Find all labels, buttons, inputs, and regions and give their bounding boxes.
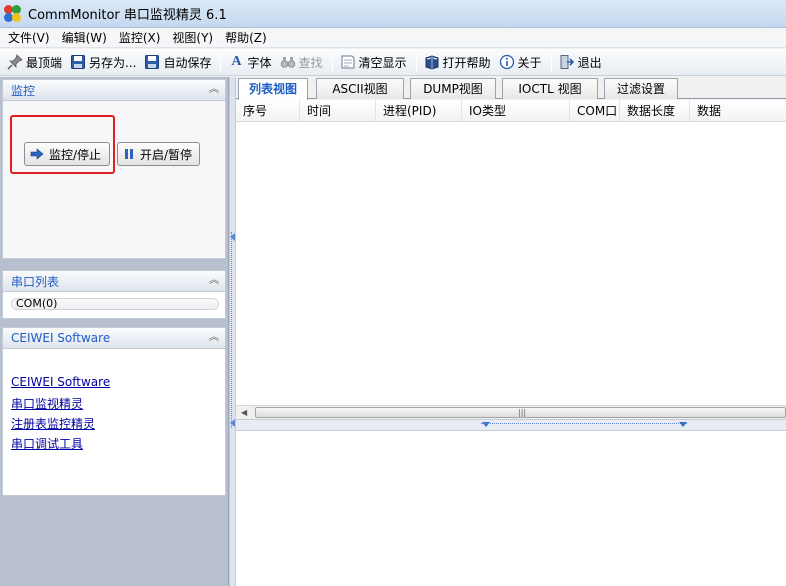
toolbar: 最顶端 另存为... 自动保存 A 字体 查找 清空显示 打开帮助 关于 退出 — [0, 49, 786, 76]
font-icon: A — [231, 54, 242, 69]
about-label: 关于 — [517, 55, 542, 70]
pin-icon — [7, 54, 23, 70]
tab-ioctl-view[interactable]: IOCTL 视图 — [502, 78, 598, 99]
exit-label: 退出 — [577, 55, 602, 70]
left-panel: 监控 ︽ 监控/停止 开启/暂停 串口列表 ︽ COM(0) CEIWEI So… — [0, 77, 229, 586]
start-pause-button[interactable]: 开启/暂停 — [117, 142, 200, 166]
scroll-left-icon[interactable]: ◀ — [241, 408, 247, 417]
font-button[interactable]: A 字体 — [225, 51, 274, 73]
menu-edit[interactable]: 编辑(W) — [56, 28, 113, 48]
collapse-icon[interactable]: ︽ — [209, 333, 219, 343]
save-icon — [70, 54, 86, 70]
column-header-time[interactable]: 时间 — [300, 100, 376, 122]
toolbar-separator — [331, 52, 333, 72]
link-registry-monitor[interactable]: 注册表监控精灵 — [11, 415, 95, 432]
monitor-section-title: 监控 — [11, 83, 36, 98]
help-book-icon — [424, 54, 440, 70]
menu-bar: 文件(V) 编辑(W) 监控(X) 视图(Y) 帮助(Z) — [0, 28, 786, 48]
port-list-item[interactable]: COM(0) — [11, 298, 219, 310]
menu-monitor[interactable]: 监控(X) — [113, 28, 167, 48]
scrollbar-thumb[interactable]: ||| — [255, 407, 786, 418]
open-help-label: 打开帮助 — [442, 55, 491, 70]
column-header-data-length[interactable]: 数据长度 — [620, 100, 690, 122]
software-section-header[interactable]: CEIWEI Software ︽ — [2, 327, 226, 349]
app-icon — [4, 4, 22, 23]
tab-list-view[interactable]: 列表视图 — [238, 78, 308, 100]
title-bar: CommMonitor 串口监视精灵 6.1 — [0, 0, 786, 28]
collapse-icon[interactable]: ︽ — [209, 276, 219, 286]
find-button[interactable]: 查找 — [277, 51, 326, 73]
auto-save-label: 自动保存 — [163, 55, 212, 70]
splitter-down-arrow-icon — [679, 422, 687, 427]
font-label: 字体 — [247, 55, 272, 70]
scroll-grip-icon: ||| — [518, 408, 527, 417]
save-as-label: 另存为... — [89, 55, 137, 70]
vertical-splitter[interactable] — [229, 77, 236, 586]
link-serial-debug-tool[interactable]: 串口调试工具 — [11, 435, 83, 452]
tab-ascii-view[interactable]: ASCII视图 — [316, 78, 404, 99]
tab-filter-settings[interactable]: 过滤设置 — [604, 78, 678, 99]
about-button[interactable]: 关于 — [496, 51, 545, 73]
tab-dump-view[interactable]: DUMP视图 — [410, 78, 496, 99]
exit-button[interactable]: 退出 — [556, 51, 605, 73]
software-section-body: CEIWEI Software 串口监视精灵 注册表监控精灵 串口调试工具 — [2, 349, 226, 496]
monitor-section-header[interactable]: 监控 ︽ — [2, 79, 226, 101]
toolbar-separator — [415, 52, 417, 72]
eraser-icon — [340, 54, 356, 70]
splitter-grip — [231, 232, 234, 428]
horizontal-splitter[interactable] — [236, 419, 786, 431]
monitor-stop-label: 监控/停止 — [49, 147, 102, 162]
clear-display-label: 清空显示 — [358, 55, 407, 70]
grid-header: 序号 时间 进程(PID) IO类型 COM口 数据长度 数据 — [236, 100, 786, 122]
column-header-io-type[interactable]: IO类型 — [462, 100, 570, 122]
topmost-button[interactable]: 最顶端 — [4, 51, 65, 73]
window-title: CommMonitor 串口监视精灵 6.1 — [28, 8, 227, 23]
clear-display-button[interactable]: 清空显示 — [337, 51, 410, 73]
toolbar-separator — [550, 52, 552, 72]
auto-save-button[interactable]: 自动保存 — [141, 51, 214, 73]
start-pause-label: 开启/暂停 — [140, 147, 193, 162]
link-ceiwei-software[interactable]: CEIWEI Software — [11, 375, 110, 389]
auto-save-icon — [144, 54, 160, 70]
save-as-button[interactable]: 另存为... — [67, 51, 139, 73]
pause-icon — [123, 148, 135, 160]
horizontal-scrollbar[interactable]: ◀ ||| — [236, 405, 786, 419]
view-tabs: 列表视图 ASCII视图 DUMP视图 IOCTL 视图 过滤设置 — [236, 77, 786, 100]
info-icon — [499, 54, 515, 70]
port-list-section-header[interactable]: 串口列表 ︽ — [2, 270, 226, 292]
collapse-icon[interactable]: ︽ — [209, 85, 219, 95]
column-header-index[interactable]: 序号 — [236, 100, 300, 122]
port-list-title: 串口列表 — [11, 274, 60, 289]
menu-help[interactable]: 帮助(Z) — [219, 28, 273, 48]
toolbar-separator — [220, 52, 222, 72]
open-help-button[interactable]: 打开帮助 — [421, 51, 494, 73]
port-list-body: COM(0) — [2, 292, 226, 319]
monitor-section-body: 监控/停止 开启/暂停 — [2, 101, 226, 259]
exit-door-icon — [559, 54, 575, 70]
link-serial-monitor[interactable]: 串口监视精灵 — [11, 395, 83, 412]
grid-body[interactable] — [236, 122, 786, 405]
arrow-right-icon — [30, 148, 44, 160]
column-header-com-port[interactable]: COM口 — [570, 100, 620, 122]
monitor-stop-button[interactable]: 监控/停止 — [24, 142, 110, 166]
splitter-grip — [481, 423, 687, 427]
column-header-process[interactable]: 进程(PID) — [376, 100, 462, 122]
binoculars-icon — [280, 54, 296, 70]
detail-pane[interactable] — [236, 431, 786, 586]
column-header-data[interactable]: 数据 — [690, 100, 786, 122]
find-label: 查找 — [298, 55, 323, 70]
menu-file[interactable]: 文件(V) — [2, 28, 56, 48]
topmost-label: 最顶端 — [26, 55, 63, 70]
menu-view[interactable]: 视图(Y) — [166, 28, 219, 48]
software-section-title: CEIWEI Software — [11, 331, 111, 345]
